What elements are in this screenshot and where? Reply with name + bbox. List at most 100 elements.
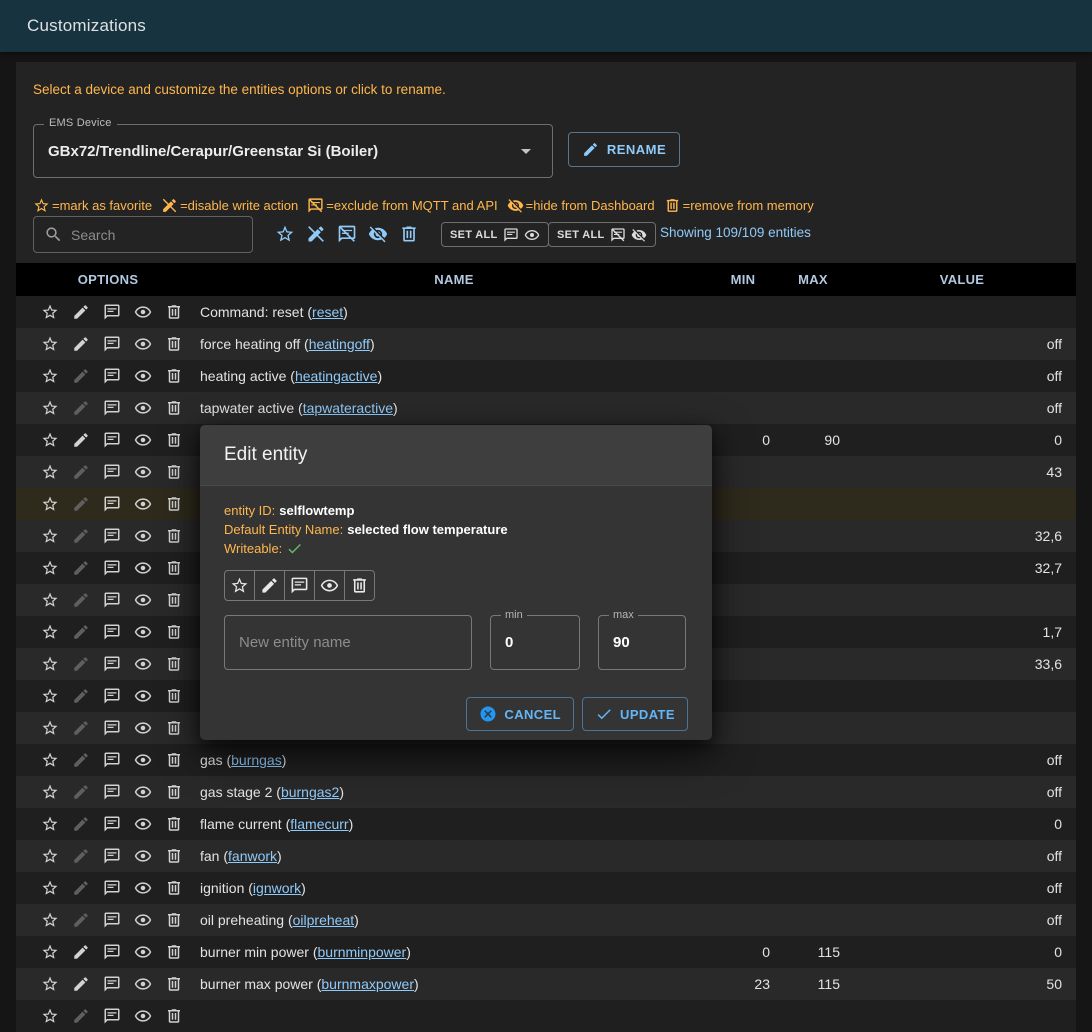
hide-dashboard-button[interactable] [131,748,155,772]
hide-dashboard-button[interactable] [131,652,155,676]
remove-memory-button[interactable] [162,332,186,356]
exclude-mqtt-button[interactable] [100,460,124,484]
exclude-mqtt-button[interactable] [100,428,124,452]
set-all-hide-button[interactable]: SET ALL [548,222,656,247]
favorite-button[interactable] [38,684,62,708]
hide-dashboard-button[interactable] [131,780,155,804]
hide-dashboard-button[interactable] [131,492,155,516]
entity-shortname-link[interactable]: reset [312,304,343,320]
min-input[interactable] [505,634,565,651]
favorite-button[interactable] [38,652,62,676]
filter-comment-off-button[interactable] [335,222,359,246]
max-input[interactable] [613,634,671,651]
entity-shortname-link[interactable]: heatingactive [295,368,378,384]
exclude-mqtt-button[interactable] [100,620,124,644]
remove-memory-button[interactable] [162,972,186,996]
remove-memory-button[interactable] [162,364,186,388]
hide-dashboard-button[interactable] [131,908,155,932]
hide-dashboard-button[interactable] [131,460,155,484]
entity-shortname-link[interactable]: burnmaxpower [321,976,414,992]
dialog-toggle-pencil-button[interactable] [254,570,285,601]
favorite-button[interactable] [38,620,62,644]
hide-dashboard-button[interactable] [131,1004,155,1028]
hide-dashboard-button[interactable] [131,844,155,868]
device-select[interactable]: EMS Device GBx72/Trendline/Cerapur/Green… [33,124,553,178]
favorite-button[interactable] [38,972,62,996]
edit-button[interactable] [69,428,93,452]
hide-dashboard-button[interactable] [131,812,155,836]
edit-button[interactable] [69,364,93,388]
remove-memory-button[interactable] [162,300,186,324]
favorite-button[interactable] [38,364,62,388]
favorite-button[interactable] [38,492,62,516]
favorite-button[interactable] [38,1004,62,1028]
favorite-button[interactable] [38,396,62,420]
exclude-mqtt-button[interactable] [100,396,124,420]
remove-memory-button[interactable] [162,588,186,612]
update-button[interactable]: UPDATE [582,697,688,731]
filter-trash-button[interactable] [397,222,421,246]
remove-memory-button[interactable] [162,1004,186,1028]
exclude-mqtt-button[interactable] [100,684,124,708]
filter-pencil-off-button[interactable] [304,222,328,246]
favorite-button[interactable] [38,748,62,772]
edit-button[interactable] [69,460,93,484]
remove-memory-button[interactable] [162,780,186,804]
remove-memory-button[interactable] [162,812,186,836]
cancel-button[interactable]: CANCEL [466,697,574,731]
exclude-mqtt-button[interactable] [100,876,124,900]
hide-dashboard-button[interactable] [131,876,155,900]
remove-memory-button[interactable] [162,908,186,932]
edit-button[interactable] [69,588,93,612]
search-input[interactable] [71,227,242,243]
favorite-button[interactable] [38,428,62,452]
dialog-toggle-trash-button[interactable] [344,570,375,601]
exclude-mqtt-button[interactable] [100,972,124,996]
hide-dashboard-button[interactable] [131,620,155,644]
favorite-button[interactable] [38,460,62,484]
remove-memory-button[interactable] [162,748,186,772]
entity-shortname-link[interactable]: ignwork [253,880,301,896]
remove-memory-button[interactable] [162,396,186,420]
hide-dashboard-button[interactable] [131,940,155,964]
entity-shortname-link[interactable]: tapwateractive [303,400,393,416]
favorite-button[interactable] [38,300,62,324]
edit-button[interactable] [69,556,93,580]
exclude-mqtt-button[interactable] [100,364,124,388]
hide-dashboard-button[interactable] [131,396,155,420]
entity-shortname-link[interactable]: fanwork [228,848,277,864]
favorite-button[interactable] [38,716,62,740]
remove-memory-button[interactable] [162,428,186,452]
exclude-mqtt-button[interactable] [100,748,124,772]
remove-memory-button[interactable] [162,524,186,548]
edit-button[interactable] [69,716,93,740]
hide-dashboard-button[interactable] [131,524,155,548]
remove-memory-button[interactable] [162,556,186,580]
hide-dashboard-button[interactable] [131,332,155,356]
edit-button[interactable] [69,620,93,644]
hide-dashboard-button[interactable] [131,428,155,452]
filter-eye-off-button[interactable] [366,222,390,246]
exclude-mqtt-button[interactable] [100,908,124,932]
dialog-toggle-eye-button[interactable] [314,570,345,601]
hide-dashboard-button[interactable] [131,684,155,708]
edit-button[interactable] [69,492,93,516]
edit-button[interactable] [69,652,93,676]
remove-memory-button[interactable] [162,876,186,900]
edit-button[interactable] [69,972,93,996]
hide-dashboard-button[interactable] [131,972,155,996]
favorite-button[interactable] [38,940,62,964]
edit-button[interactable] [69,844,93,868]
exclude-mqtt-button[interactable] [100,524,124,548]
edit-button[interactable] [69,524,93,548]
filter-star-button[interactable] [273,222,297,246]
hide-dashboard-button[interactable] [131,364,155,388]
edit-button[interactable] [69,300,93,324]
edit-button[interactable] [69,780,93,804]
exclude-mqtt-button[interactable] [100,844,124,868]
edit-button[interactable] [69,940,93,964]
dialog-toggle-comment-button[interactable] [284,570,315,601]
exclude-mqtt-button[interactable] [100,1004,124,1028]
edit-button[interactable] [69,876,93,900]
favorite-button[interactable] [38,780,62,804]
